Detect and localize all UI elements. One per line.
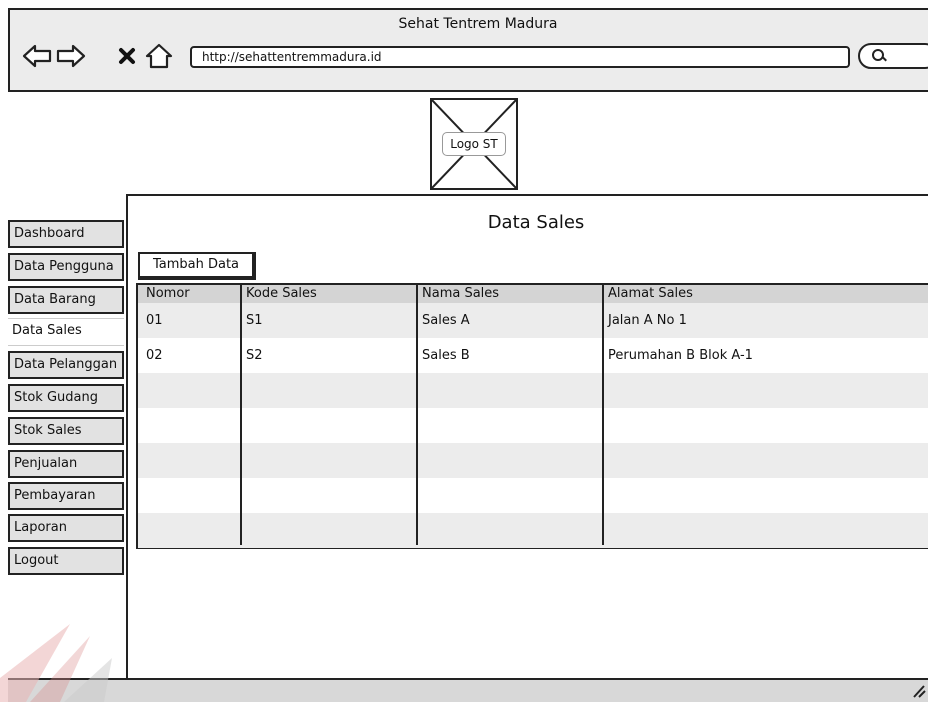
column-header-nomor: Nomor — [146, 286, 190, 301]
add-data-button[interactable]: Tambah Data — [138, 252, 256, 280]
table-row-empty — [138, 408, 928, 443]
column-header-nama-sales: Nama Sales — [422, 286, 500, 301]
cell-kode-sales: S2 — [246, 348, 263, 363]
column-header-alamat-sales: Alamat Sales — [608, 286, 693, 301]
column-divider — [602, 285, 604, 545]
table-header: Nomor Kode Sales Nama Sales Alamat Sales — [138, 285, 928, 304]
table-row-empty — [138, 478, 928, 513]
watermark-graphic — [0, 624, 112, 702]
forward-arrow-icon[interactable] — [56, 43, 86, 69]
table-row[interactable]: 02 S2 Sales B Perumahan B Blok A-1 — [138, 338, 928, 373]
cell-nama-sales: Sales A — [422, 313, 470, 328]
wireframe-frame: Sehat Tentrem Madura http://sehattentrem… — [0, 0, 928, 702]
table-row-empty — [138, 443, 928, 478]
cell-kode-sales: S1 — [246, 313, 263, 328]
close-icon[interactable] — [112, 43, 142, 69]
home-icon[interactable] — [144, 43, 174, 69]
cell-nama-sales: Sales B — [422, 348, 470, 363]
resize-grip-icon[interactable] — [910, 684, 926, 698]
sidebar-item-pembayaran[interactable]: Pembayaran — [8, 482, 124, 510]
sidebar-item-stok-gudang[interactable]: Stok Gudang — [8, 384, 124, 412]
table-row-empty — [138, 513, 928, 548]
logo-label: Logo ST — [442, 132, 506, 156]
search-icon-handle — [882, 56, 887, 62]
table-row[interactable]: 01 S1 Sales A Jalan A No 1 — [138, 303, 928, 338]
search-icon — [872, 49, 884, 61]
url-field[interactable]: http://sehattentremmadura.id — [190, 46, 850, 68]
window-title: Sehat Tentrem Madura — [398, 16, 558, 32]
sidebar-item-data-pengguna[interactable]: Data Pengguna — [8, 253, 124, 281]
sidebar-item-data-pelanggan[interactable]: Data Pelanggan — [8, 351, 124, 379]
column-header-kode-sales: Kode Sales — [246, 286, 317, 301]
cell-nomor: 02 — [146, 348, 163, 363]
browser-chrome: Sehat Tentrem Madura http://sehattentrem… — [8, 8, 928, 92]
page-title: Data Sales — [487, 212, 585, 233]
search-button[interactable] — [858, 43, 928, 69]
sidebar-item-logout[interactable]: Logout — [8, 547, 124, 575]
column-divider — [240, 285, 242, 545]
sales-table: Nomor Kode Sales Nama Sales Alamat Sales… — [136, 283, 928, 549]
status-bar — [8, 678, 928, 702]
cell-nomor: 01 — [146, 313, 163, 328]
sidebar-item-data-barang[interactable]: Data Barang — [8, 286, 124, 314]
table-row-empty — [138, 373, 928, 408]
sidebar-item-penjualan[interactable]: Penjualan — [8, 450, 124, 478]
sidebar-item-stok-sales[interactable]: Stok Sales — [8, 417, 124, 445]
cell-alamat-sales: Perumahan B Blok A-1 — [608, 348, 753, 363]
back-arrow-icon[interactable] — [22, 43, 52, 69]
sidebar-item-dashboard[interactable]: Dashboard — [8, 220, 124, 248]
sidebar-item-data-sales[interactable]: Data Sales — [8, 318, 124, 346]
column-divider — [416, 285, 418, 545]
sidebar-item-laporan[interactable]: Laporan — [8, 514, 124, 542]
cell-alamat-sales: Jalan A No 1 — [608, 313, 687, 328]
